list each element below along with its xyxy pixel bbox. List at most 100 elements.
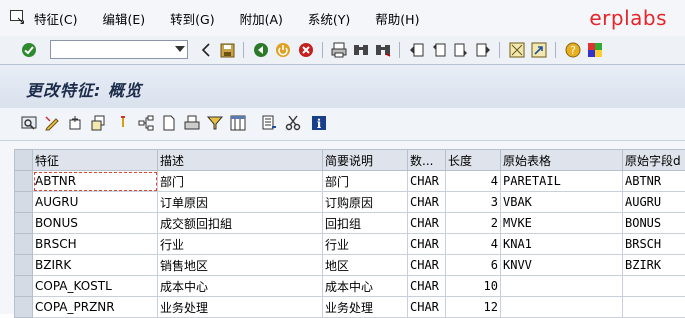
cell-description: 销售地区	[158, 255, 323, 276]
table-row[interactable]: BONUS 成交额回扣組 回扣组 CHAR 2 MVKE BONUS	[15, 213, 685, 234]
enter-check-icon[interactable]	[20, 41, 38, 59]
column-header-characteristic[interactable]: 特征	[33, 150, 158, 171]
create-session-icon[interactable]	[508, 41, 526, 59]
column-header-description[interactable]: 描述	[158, 150, 323, 171]
help-icon[interactable]: ?	[564, 41, 582, 59]
row-selector[interactable]	[15, 297, 33, 318]
display-change-icon[interactable]	[20, 114, 38, 132]
session-menu-icon[interactable]: ↘	[6, 7, 30, 29]
save-icon[interactable]	[218, 41, 236, 59]
cell-description: 业务处理	[158, 297, 323, 318]
find-next-icon[interactable]	[374, 41, 392, 59]
print-icon[interactable]	[330, 41, 348, 59]
cell-description: 成本中心	[158, 276, 323, 297]
table-row[interactable]: BZIRK 销售地区 地区 CHAR 6 KNVV BZIRK	[15, 255, 685, 276]
print-preview-icon[interactable]	[183, 114, 201, 132]
shortcut-icon[interactable]	[530, 41, 548, 59]
cell-characteristic[interactable]: AUGRU	[33, 192, 158, 213]
cell-characteristic[interactable]: BZIRK	[33, 255, 158, 276]
menu-edit[interactable]: 编辑(E)	[102, 9, 145, 28]
find-icon[interactable]	[352, 41, 370, 59]
table-row[interactable]: COPA_KOSTL 成本中心 成本中心 CHAR 10	[15, 276, 685, 297]
document-icon[interactable]	[160, 114, 178, 132]
cell-description: 行业	[158, 234, 323, 255]
cell-origin-field: BRSCH	[623, 234, 685, 255]
column-header-length[interactable]: 长度	[446, 150, 501, 171]
row-selector[interactable]	[15, 213, 33, 234]
cell-short-text: 行业	[323, 234, 408, 255]
table-row[interactable]: COPA_PRZNR 业务处理 业务处理 CHAR 12	[15, 297, 685, 318]
filter-icon[interactable]	[206, 114, 224, 132]
collapse-arrow-icon[interactable]	[197, 41, 215, 59]
column-header-data-type[interactable]: 数...	[408, 150, 446, 171]
cell-origin-field: AUGRU	[623, 192, 685, 213]
previous-page-icon[interactable]	[430, 41, 448, 59]
cell-description: 部门	[158, 171, 323, 192]
cell-characteristic[interactable]: BONUS	[33, 213, 158, 234]
row-selector[interactable]	[15, 234, 33, 255]
edit-pencil-icon[interactable]	[43, 114, 61, 132]
row-selector[interactable]	[15, 276, 33, 297]
column-header-short-text[interactable]: 简要说明	[323, 150, 408, 171]
cell-origin-table: MVKE	[501, 213, 623, 234]
exit-icon[interactable]	[274, 41, 292, 59]
cell-origin-table: KNVV	[501, 255, 623, 276]
cell-short-text: 业务处理	[323, 297, 408, 318]
cell-characteristic[interactable]: COPA_PRZNR	[33, 297, 158, 318]
table-header-row: 特征 描述 简要说明 数... 长度 原始表格 原始字段d	[15, 150, 685, 171]
cell-characteristic[interactable]: BRSCH	[33, 234, 158, 255]
export-icon[interactable]	[260, 114, 278, 132]
layout-menu-icon[interactable]	[586, 41, 604, 59]
table-row[interactable]: ABTNR 部门 部门 CHAR 4 PARETAIL ABTNR	[15, 171, 685, 192]
cell-length: 2	[446, 213, 501, 234]
column-header-origin-table[interactable]: 原始表格	[501, 150, 623, 171]
cell-short-text: 成本中心	[323, 276, 408, 297]
info-marker-icon[interactable]	[114, 114, 132, 132]
row-selector[interactable]	[15, 171, 33, 192]
menu-characteristic[interactable]: 特征(C)	[34, 9, 77, 28]
cell-data-type: CHAR	[408, 213, 446, 234]
back-icon[interactable]	[252, 41, 270, 59]
table-row[interactable]: AUGRU 订单原因 订购原因 CHAR 3 VBAK AUGRU	[15, 192, 685, 213]
cell-length: 10	[446, 276, 501, 297]
menu-extras[interactable]: 附加(A)	[240, 9, 283, 28]
cell-data-type: CHAR	[408, 255, 446, 276]
column-header-origin-field[interactable]: 原始字段d	[623, 150, 685, 171]
cell-data-type: CHAR	[408, 234, 446, 255]
select-all-cell[interactable]	[15, 150, 33, 171]
hierarchy-icon[interactable]	[137, 114, 155, 132]
cell-origin-field: BONUS	[623, 213, 685, 234]
cell-origin-table: KNA1	[501, 234, 623, 255]
row-selector[interactable]	[15, 255, 33, 276]
menu-help[interactable]: 帮助(H)	[375, 9, 419, 28]
copy-icon[interactable]	[89, 114, 107, 132]
cut-scissors-icon[interactable]	[284, 114, 302, 132]
standard-toolbar: ?	[0, 36, 685, 65]
svg-text:?: ?	[570, 44, 576, 57]
cell-origin-table: VBAK	[501, 192, 623, 213]
menu-goto[interactable]: 转到(G)	[170, 9, 214, 28]
info-icon[interactable]: i	[310, 114, 328, 132]
create-icon[interactable]	[66, 114, 84, 132]
cancel-icon[interactable]	[297, 41, 315, 59]
cell-characteristic[interactable]: COPA_KOSTL	[33, 276, 158, 297]
command-field[interactable]	[50, 40, 188, 59]
menu-items: 特征(C) 编辑(E) 转到(G) 附加(A) 系统(Y) 帮助(H)	[34, 9, 444, 28]
cell-length: 6	[446, 255, 501, 276]
last-page-icon[interactable]	[474, 41, 492, 59]
cell-description: 订单原因	[158, 192, 323, 213]
cell-origin-field: ABTNR	[623, 171, 685, 192]
layout-icon[interactable]	[229, 114, 247, 132]
table-row[interactable]: BRSCH 行业 行业 CHAR 4 KNA1 BRSCH	[15, 234, 685, 255]
menu-system[interactable]: 系统(Y)	[308, 9, 350, 28]
command-input[interactable]	[51, 41, 175, 57]
next-page-icon[interactable]	[452, 41, 470, 59]
page-title: 更改特征: 概览	[26, 77, 142, 101]
chevron-down-icon[interactable]	[175, 46, 185, 52]
first-page-icon[interactable]	[408, 41, 426, 59]
brand-logo: erplabs	[589, 6, 667, 30]
cell-data-type: CHAR	[408, 171, 446, 192]
cell-characteristic[interactable]: ABTNR	[33, 171, 158, 192]
row-selector[interactable]	[15, 192, 33, 213]
cell-short-text: 订购原因	[323, 192, 408, 213]
